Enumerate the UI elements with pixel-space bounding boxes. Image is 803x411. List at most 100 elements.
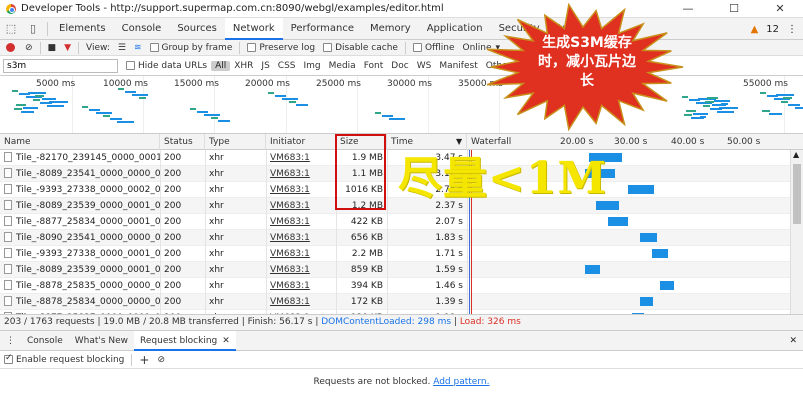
request-initiator[interactable]: VM683:1 [266,150,336,166]
overview-bar [703,105,710,107]
request-name[interactable]: Tile_-8878_25835_0000_0000_0000... [0,278,160,294]
table-row[interactable]: Tile_-8878_25834_0000_0000_0000... 200 xhr… [0,294,790,310]
clear-patterns-icon[interactable]: ⊘ [157,355,165,365]
screenshot-icon[interactable]: ■ [48,43,57,53]
enable-request-blocking-toggle[interactable]: Enable request blocking [4,353,124,365]
request-initiator[interactable]: VM683:1 [266,262,336,278]
tab-network[interactable]: Network [224,17,283,40]
tab-performance[interactable]: Performance [283,18,362,40]
clear-icon[interactable]: ⊘ [25,43,33,53]
close-drawer-icon[interactable]: ✕ [789,336,797,346]
filter-type-font[interactable]: Font [360,61,388,71]
request-name[interactable]: Tile_-8089_23541_0000_0000_0000... [0,166,160,182]
large-rows-icon[interactable]: ☰ [118,43,126,53]
request-initiator[interactable]: VM683:1 [266,214,336,230]
table-scrollbar[interactable]: ▲ [790,150,803,314]
warning-icon[interactable]: ▲ [751,24,759,35]
request-name[interactable]: Tile_-8089_23539_0000_0001_0000... [0,198,160,214]
request-initiator[interactable]: VM683:1 [266,278,336,294]
record-icon[interactable] [6,43,15,52]
filter-type-all[interactable]: All [211,60,231,71]
filter-type-doc[interactable]: Doc [387,61,412,71]
column-type[interactable]: Type [205,134,266,150]
filter-type-img[interactable]: Img [300,61,325,71]
table-row[interactable]: Tile_-8089_23541_0000_0000_0000... 200 xhr… [0,166,790,182]
checkbox-icon [247,43,257,52]
device-toolbar-icon[interactable]: ▯ [22,18,44,40]
tab-memory[interactable]: Memory [362,18,419,40]
checkbox-icon [412,43,422,52]
offline-toggle[interactable]: Offline [412,42,455,53]
overview-tick: 15000 ms [174,79,219,89]
overview-icon[interactable]: ≋ [134,43,142,53]
filter-type-ws[interactable]: WS [413,61,436,71]
close-button[interactable]: ✕ [757,0,803,18]
filter-type-css[interactable]: CSS [274,61,300,71]
column-status[interactable]: Status [160,134,205,150]
table-row[interactable]: Tile_-8877_25834_0000_0001_0000... 200 xhr… [0,214,790,230]
request-initiator[interactable]: VM683:1 [266,198,336,214]
add-pattern-link[interactable]: Add pattern. [433,377,489,387]
overview-bar [16,104,26,106]
overview-bar [82,106,88,108]
group-by-frame-toggle[interactable]: Group by frame [149,43,232,53]
tab-elements[interactable]: Elements [51,18,114,40]
tab-application[interactable]: Application [419,18,491,40]
overview-bar [89,109,100,111]
tab-sources[interactable]: Sources [169,18,225,40]
more-menu-icon[interactable]: ⋮ [787,24,797,35]
column-initiator[interactable]: Initiator [266,134,336,150]
table-row[interactable]: Tile_-8089_23539_0000_0001_0000... 200 xhr… [0,262,790,278]
table-row[interactable]: Tile_-82170_239145_0000_0001_00... 200 xhr… [0,150,790,166]
filter-type-xhr[interactable]: XHR [230,61,257,71]
close-tab-icon[interactable]: ✕ [222,336,230,346]
drawer-tab-request-blocking[interactable]: Request blocking ✕ [134,330,236,351]
scroll-up-icon[interactable]: ▲ [793,150,799,159]
table-row[interactable]: Tile_-8090_23541_0000_0000_0000... 200 xhr… [0,230,790,246]
request-name[interactable]: Tile_-8878_25834_0000_0000_0000... [0,294,160,310]
request-name[interactable]: Tile_-8877_25834_0000_0001_0000... [0,214,160,230]
overview-tick: 55000 ms [743,79,788,89]
request-type: xhr [209,249,224,259]
disable-cache-toggle[interactable]: Disable cache [323,43,398,53]
overview-bar [760,92,766,94]
request-initiator[interactable]: VM683:1 [266,230,336,246]
drawer-tab-request-blocking-label: Request blocking [140,335,218,346]
table-row[interactable]: Tile_-9393_27338_0000_0002_0000... 200 xhr… [0,182,790,198]
column-name[interactable]: Name [0,134,160,150]
add-pattern-icon[interactable]: + [139,353,149,367]
table-row[interactable]: Tile_-9393_27338_0000_0001_0000... 200 xhr… [0,246,790,262]
drawer-tab-console[interactable]: Console [21,331,69,351]
request-name[interactable]: Tile_-9393_27338_0000_0001_0000... [0,246,160,262]
hide-data-urls-toggle[interactable]: Hide data URLs [126,61,207,71]
load-time: Load: 326 ms [459,317,521,327]
request-initiator[interactable]: VM683:1 [266,182,336,198]
column-divider [160,150,161,314]
inspect-element-icon[interactable]: ⬚ [0,18,22,40]
request-name[interactable]: Tile_-8090_23541_0000_0000_0000... [0,230,160,246]
offline-label: Offline [424,42,455,53]
scroll-thumb[interactable] [793,164,801,224]
maximize-button[interactable]: ☐ [711,0,757,18]
column-time[interactable]: Time [387,134,467,150]
preserve-log-toggle[interactable]: Preserve log [247,43,315,53]
request-name[interactable]: Tile_-9393_27338_0000_0002_0000... [0,182,160,198]
request-initiator[interactable]: VM683:1 [266,166,336,182]
request-name[interactable]: Tile_-82170_239145_0000_0001_00... [0,150,160,166]
filter-type-media[interactable]: Media [325,61,360,71]
request-name[interactable]: Tile_-8089_23539_0000_0001_0000... [0,262,160,278]
filter-type-manifest[interactable]: Manifest [435,61,481,71]
drawer-menu-icon[interactable]: ⋮ [0,331,21,351]
tab-strip-right: ▲ 12 ⋮ [751,18,797,40]
table-row[interactable]: Tile_-8089_23539_0000_0001_0000... 200 xhr… [0,198,790,214]
table-row[interactable]: Tile_-8878_25835_0000_0000_0000... 200 xhr… [0,278,790,294]
tab-console[interactable]: Console [114,18,170,40]
filter-input[interactable] [3,58,118,73]
drawer-tab-whats-new[interactable]: What's New [69,331,134,351]
request-type: xhr [209,153,224,163]
request-initiator[interactable]: VM683:1 [266,246,336,262]
request-initiator[interactable]: VM683:1 [266,294,336,310]
filter-type-js[interactable]: JS [257,61,273,71]
filter-icon[interactable]: ▼ [64,43,71,53]
request-type: xhr [209,265,224,275]
